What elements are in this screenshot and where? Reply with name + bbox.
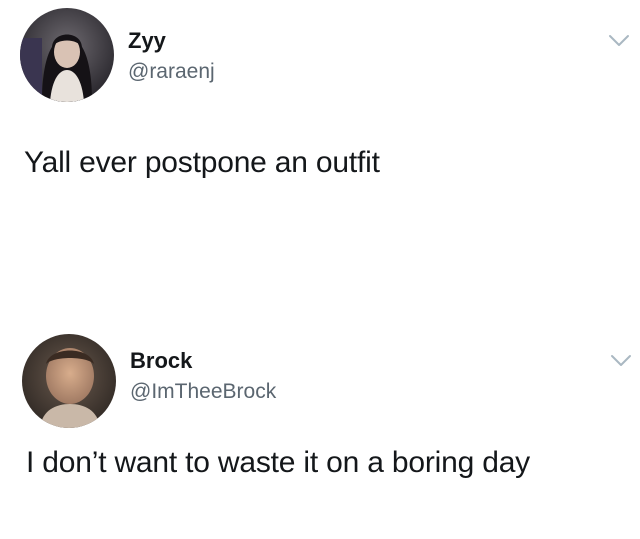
user-handle[interactable]: @ImTheeBrock	[130, 380, 276, 404]
chevron-down-icon[interactable]	[610, 354, 632, 368]
display-name[interactable]: Brock	[130, 348, 192, 374]
avatar[interactable]	[22, 334, 116, 428]
tweet-text: I don’t want to waste it on a boring day	[26, 446, 530, 479]
chevron-down-icon[interactable]	[608, 34, 630, 48]
tweet-text: Yall ever postpone an outfit	[24, 146, 380, 179]
avatar-photo-icon	[20, 8, 114, 102]
user-handle[interactable]: @raraenj	[128, 60, 215, 84]
avatar-photo-icon	[22, 334, 116, 428]
tweet-card: Brock @ImTheeBrock I don’t want to waste…	[0, 318, 640, 539]
tweet-card: Zyy @raraenj Yall ever postpone an outfi…	[0, 0, 640, 300]
display-name[interactable]: Zyy	[128, 28, 166, 54]
avatar[interactable]	[20, 8, 114, 102]
